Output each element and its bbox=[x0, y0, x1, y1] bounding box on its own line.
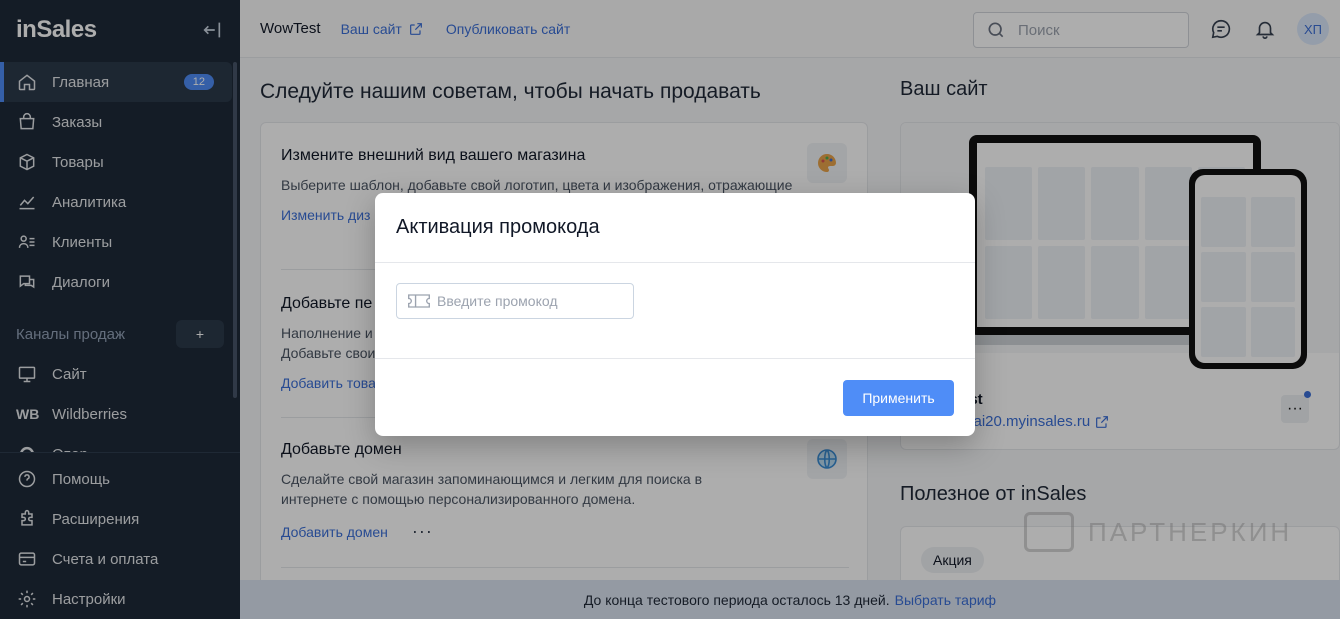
promo-code-input[interactable]: Введите промокод bbox=[396, 283, 634, 319]
modal-body: Введите промокод bbox=[375, 263, 975, 359]
ticket-icon bbox=[408, 294, 430, 308]
modal-title: Активация промокода bbox=[375, 193, 975, 263]
apply-button[interactable]: Применить bbox=[843, 380, 954, 416]
promo-modal: Активация промокода Введите промокод При… bbox=[375, 193, 975, 436]
promo-code-placeholder: Введите промокод bbox=[437, 293, 558, 309]
